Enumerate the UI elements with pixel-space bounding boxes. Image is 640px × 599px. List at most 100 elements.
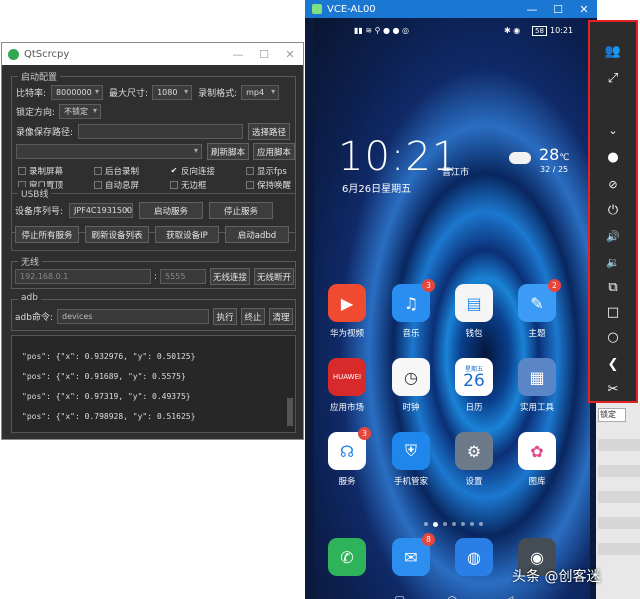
checkbox-box[interactable] <box>246 181 254 189</box>
maximize-icon[interactable]: ☐ <box>545 3 571 16</box>
adb-cmd-input[interactable]: devices <box>56 309 209 324</box>
stay-awake-checkbox[interactable]: 保持唤醒 <box>246 179 291 191</box>
app-gallery[interactable]: ✿ 图库 <box>507 432 567 487</box>
lock-combo[interactable]: 不锁定 <box>59 104 102 119</box>
log-line: "pos": {"x": 0.91689, "y": 0.5575} <box>22 372 186 381</box>
adb-cmd-label: adb命令: <box>15 313 53 323</box>
check-icon[interactable]: ✔ <box>170 167 178 175</box>
format-combo[interactable]: mp4 <box>241 85 280 100</box>
eye-off-icon[interactable]: ⊘ <box>603 175 623 193</box>
app-service[interactable]: ☊ 3 服务 <box>317 427 377 487</box>
scissors-icon[interactable]: ✂ <box>603 380 623 398</box>
circle-icon[interactable]: ○ <box>603 328 623 346</box>
log-scrollbar[interactable] <box>287 398 293 426</box>
power-icon[interactable]: ⏻ <box>603 201 623 219</box>
script-combo[interactable] <box>16 144 202 159</box>
close-icon[interactable]: ✕ <box>277 48 303 61</box>
maximize-icon[interactable]: ☐ <box>251 48 277 61</box>
record-path-input[interactable] <box>78 124 244 139</box>
app-phone-manager[interactable]: ⛨ 手机管家 <box>381 432 441 487</box>
record-screen-checkbox[interactable]: 录制屏幕 <box>18 165 63 177</box>
stop-service-button[interactable]: 停止服务 <box>209 202 274 219</box>
checkbox-box[interactable] <box>18 167 26 175</box>
clear-button[interactable]: 清理 <box>268 308 293 325</box>
checkbox-box[interactable] <box>170 181 178 189</box>
group-icon[interactable]: 👥 <box>603 42 623 60</box>
background-window-edge: 锁定 <box>596 403 640 599</box>
app-calendar[interactable]: 星期五 26 日历 <box>444 358 504 413</box>
phone-screen[interactable]: ▮▮ ≋ ⚲ ● ● ◎ ✱ ◉ 58 10:21 10:21 6月26日星期五… <box>314 18 590 599</box>
ip-input[interactable]: 192.168.0.1 <box>15 269 151 284</box>
dock-messages[interactable]: ✉ 8 <box>381 533 441 576</box>
dock-browser[interactable]: ◍ <box>444 538 504 576</box>
back-nav-icon[interactable]: ◁ <box>504 593 513 599</box>
apply-script-button[interactable]: 应用脚本 <box>253 143 295 160</box>
select-path-button[interactable]: 选择路径 <box>248 123 291 140</box>
port-input[interactable]: 5555 <box>160 269 207 284</box>
lock-combo-fragment[interactable]: 锁定 <box>598 408 626 422</box>
expand-icon[interactable]: ⌄ <box>603 121 623 139</box>
status-time: 10:21 <box>550 26 574 35</box>
show-fps-checkbox[interactable]: 显示fps <box>246 165 287 177</box>
app-music[interactable]: ♫ 3 音乐 <box>381 279 441 339</box>
start-service-button[interactable]: 启动服务 <box>139 202 204 219</box>
maxsize-combo[interactable]: 1080 <box>152 85 193 100</box>
phone-titlebar: VCE-AL00 — ☐ ✕ <box>305 0 597 18</box>
home-nav-icon[interactable]: ○ <box>447 593 457 599</box>
reverse-connect-checkbox[interactable]: ✔ 反向连接 <box>170 165 215 178</box>
battery-icon: 58 <box>532 26 547 36</box>
volume-down-icon[interactable]: 🔉 <box>603 253 623 271</box>
close-icon[interactable]: ✕ <box>571 3 597 16</box>
terminate-button[interactable]: 终止 <box>240 308 265 325</box>
fullscreen-icon[interactable]: ⤢ <box>603 69 623 87</box>
bitrate-combo[interactable]: 8000000 <box>51 85 104 100</box>
background-record-checkbox[interactable]: 后台录制 <box>94 165 139 177</box>
minimize-icon[interactable]: — <box>225 48 251 61</box>
log-line: "pos": {"x": 0.932976, "y": 0.50125} <box>22 352 196 361</box>
recent-apps-icon[interactable]: ▢ <box>394 593 405 599</box>
blurred-row <box>598 439 640 451</box>
auto-screen-off-checkbox[interactable]: 自动息屏 <box>94 179 139 191</box>
back-icon[interactable]: ❮ <box>603 355 623 373</box>
adb-group-title: adb <box>18 293 41 303</box>
app-huawei-video[interactable]: ▶ 华为视频 <box>317 284 377 339</box>
frameless-checkbox[interactable]: 无边框 <box>170 179 207 191</box>
home-icon[interactable]: □ <box>603 303 623 321</box>
video-icon: ▶ <box>328 284 366 322</box>
app-settings[interactable]: ⚙ 设置 <box>444 432 504 487</box>
checkbox-box[interactable] <box>94 167 102 175</box>
app-appgallery[interactable]: HUAWEI 应用市场 <box>317 358 377 413</box>
qtscrcpy-logo-icon <box>8 48 19 60</box>
wireless-disconnect-button[interactable]: 无线断开 <box>254 268 295 285</box>
page-dot <box>470 522 474 526</box>
app-tools[interactable]: ▦ 实用工具 <box>507 358 567 413</box>
page-dot <box>424 522 428 526</box>
volume-up-icon[interactable]: 🔊 <box>603 227 623 245</box>
checkbox-box[interactable] <box>246 167 254 175</box>
stop-all-services-button[interactable]: 停止所有服务 <box>15 226 79 243</box>
refresh-script-button[interactable]: 刷新脚本 <box>207 143 249 160</box>
refresh-devices-button[interactable]: 刷新设备列表 <box>85 226 149 243</box>
wireless-connect-button[interactable]: 无线连接 <box>210 268 251 285</box>
page-dot <box>452 522 456 526</box>
lockscreen-clock: 10:21 <box>338 134 459 180</box>
cloud-icon <box>509 152 531 164</box>
notification-badge: 2 <box>548 279 561 292</box>
rotate-icon[interactable]: ⧉ <box>603 278 623 296</box>
dock-phone[interactable]: ✆ <box>317 538 377 576</box>
weather-temp: 28℃ <box>539 145 570 164</box>
app-theme[interactable]: ✎ 2 主题 <box>507 279 567 339</box>
format-label: 录制格式: <box>198 89 238 99</box>
app-wallet[interactable]: ▤ 钱包 <box>444 284 504 339</box>
serial-combo[interactable]: JPF4C1931500 <box>69 203 134 218</box>
checkbox-box[interactable] <box>94 181 102 189</box>
minimize-icon[interactable]: — <box>519 3 545 16</box>
log-output[interactable]: "pos": {"x": 0.932976, "y": 0.50125} "po… <box>11 335 296 433</box>
get-device-ip-button[interactable]: 获取设备IP <box>155 226 219 243</box>
app-clock[interactable]: ◷ 时钟 <box>381 358 441 413</box>
phone-window-title: VCE-AL00 <box>327 3 376 15</box>
start-adbd-button[interactable]: 启动adbd <box>225 226 289 243</box>
exec-button[interactable]: 执行 <box>212 308 237 325</box>
record-icon[interactable]: ● <box>603 148 623 166</box>
blurred-row <box>598 491 640 503</box>
